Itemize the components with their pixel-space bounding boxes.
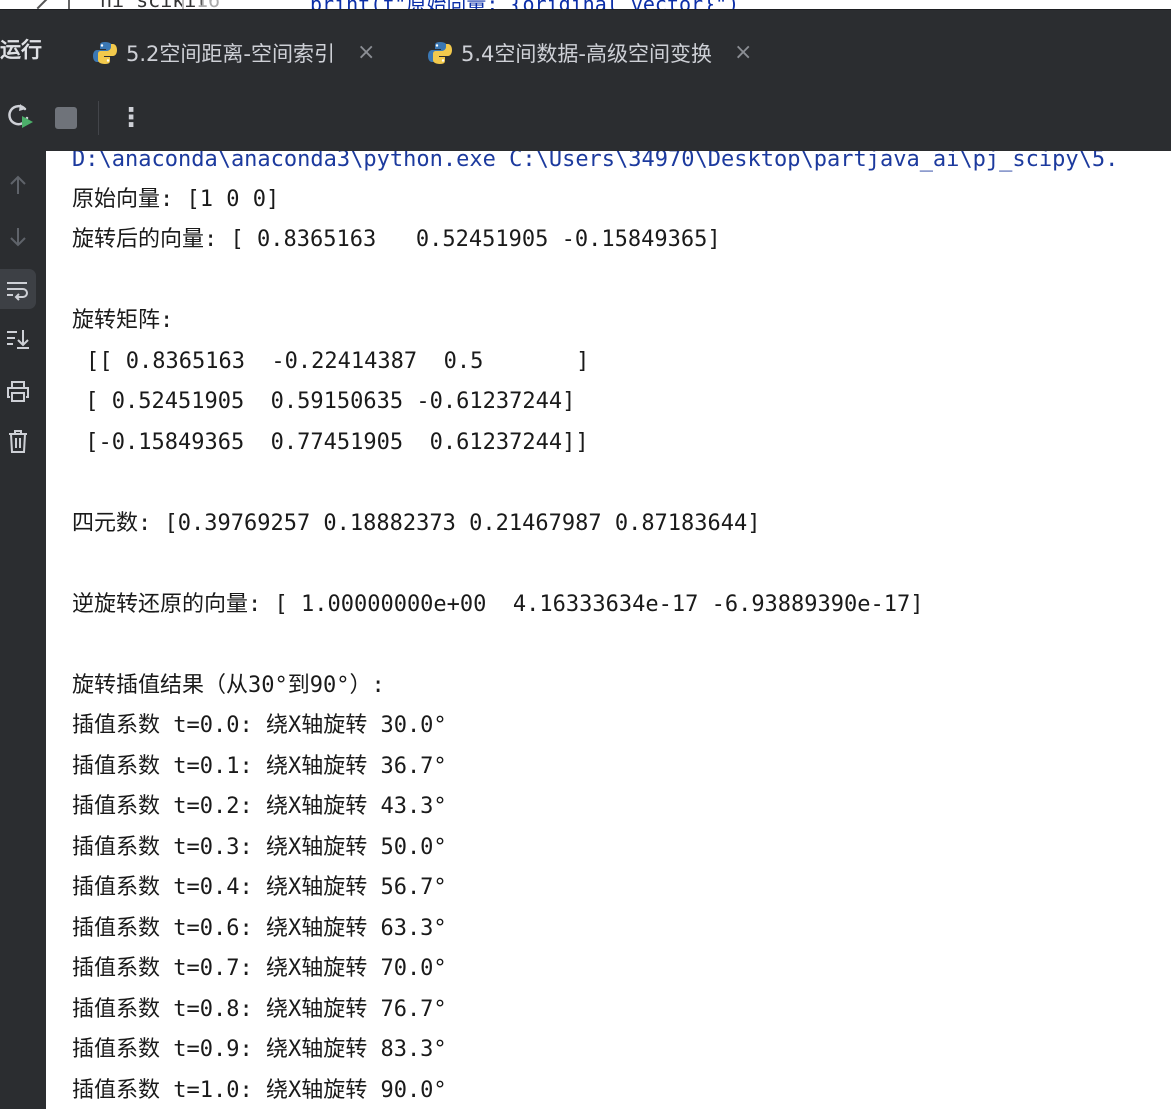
scroll-to-end-icon <box>7 330 29 349</box>
tool-window-title: 运行 <box>0 38 42 62</box>
trash-icon <box>9 430 27 453</box>
console-side-toolbar <box>0 151 46 1109</box>
console-line-interp: 插值系数 t=1.0: 绕X轴旋转 90.0° <box>72 1078 447 1103</box>
editor-line-number: 16 <box>196 0 220 9</box>
close-icon[interactable]: × <box>734 40 752 65</box>
console-line-matrix-label: 旋转矩阵: <box>72 308 174 333</box>
stop-button[interactable] <box>52 85 80 151</box>
tab-label: 5.4空间数据-高级空间变换 <box>461 41 712 66</box>
console-line-interp: 插值系数 t=0.9: 绕X轴旋转 83.3° <box>72 1037 447 1062</box>
console-line-matrix-row: [-0.15849365 0.77451905 0.61237244]] <box>72 430 589 455</box>
rerun-icon <box>5 101 35 135</box>
printer-icon <box>7 381 29 402</box>
console-line-quaternion: 四元数: [0.39769257 0.18882373 0.21467987 0… <box>72 511 761 536</box>
run-toolbar: ⋮ <box>0 85 1171 151</box>
arrow-up-icon <box>10 175 26 194</box>
console-line-matrix-row: [[ 0.8365163 -0.22414387 0.5 ] <box>86 349 590 374</box>
console-command-line[interactable]: D:\anaconda\anaconda3\python.exe C:\User… <box>72 151 1118 174</box>
scroll-up-button[interactable] <box>0 165 36 205</box>
stop-icon <box>55 107 77 129</box>
soft-wrap-icon <box>7 282 28 301</box>
editor-gutter <box>182 0 184 9</box>
console-output[interactable]: D:\anaconda\anaconda3\python.exe C:\User… <box>46 151 1171 1109</box>
console-line-interp: 插值系数 t=0.1: 绕X轴旋转 36.7° <box>72 754 447 779</box>
breadcrumb-chevron-icon <box>26 0 50 9</box>
console-line-interp: 插值系数 t=0.7: 绕X轴旋转 70.0° <box>72 956 447 981</box>
console-line-inverse: 逆旋转还原的向量: [ 1.00000000e+00 4.16333634e-1… <box>72 592 924 617</box>
print-button[interactable] <box>0 371 36 411</box>
tab-run-config-2[interactable]: 5.4空间数据-高级空间变换 × <box>427 19 752 86</box>
console-line-interp: 插值系数 t=0.6: 绕X轴旋转 63.3° <box>72 916 447 941</box>
run-tool-window-header: 运行 5.2空间距离-空间索引 × 5.4空间数据-高级空间变换 × <box>0 9 1171 94</box>
toolbar-divider <box>98 101 99 135</box>
python-icon <box>427 40 453 66</box>
editor-file-name[interactable]: hi scikit <box>100 0 208 9</box>
console-line-matrix-row: [ 0.52451905 0.59150635 -0.61237244] <box>72 389 576 414</box>
more-actions-button[interactable]: ⋮ <box>118 85 144 151</box>
editor-divider <box>68 0 70 9</box>
editor-code-line[interactable]: print(f"原始向量: {original_vector}") <box>310 0 739 9</box>
tab-run-config-1[interactable]: 5.2空间距离-空间索引 × <box>92 19 375 86</box>
close-icon[interactable]: × <box>357 40 375 65</box>
clear-all-button[interactable] <box>0 421 36 461</box>
tab-label: 5.2空间距离-空间索引 <box>126 41 335 66</box>
scroll-to-end-button[interactable] <box>0 319 36 359</box>
arrow-down-icon <box>10 228 26 247</box>
python-icon <box>92 40 118 66</box>
console-line-interp-title: 旋转插值结果（从30°到90°）: <box>72 673 385 698</box>
editor-fragment: hi scikit 16 print(f"原始向量: {original_vec… <box>0 0 1171 9</box>
console-line-interp: 插值系数 t=0.4: 绕X轴旋转 56.7° <box>72 875 447 900</box>
console-line-interp: 插值系数 t=0.0: 绕X轴旋转 30.0° <box>72 713 447 738</box>
console-line-original-vector: 原始向量: [1 0 0] <box>72 187 280 212</box>
soft-wrap-button[interactable] <box>0 269 36 309</box>
console-line-interp: 插值系数 t=0.3: 绕X轴旋转 50.0° <box>72 835 447 860</box>
console-line-interp: 插值系数 t=0.2: 绕X轴旋转 43.3° <box>72 794 447 819</box>
scroll-down-button[interactable] <box>0 217 36 257</box>
rerun-button[interactable] <box>0 85 40 151</box>
console-line-rotated-vector: 旋转后的向量: [ 0.8365163 0.52451905 -0.158493… <box>72 227 721 252</box>
console-line-interp: 插值系数 t=0.8: 绕X轴旋转 76.7° <box>72 997 447 1022</box>
